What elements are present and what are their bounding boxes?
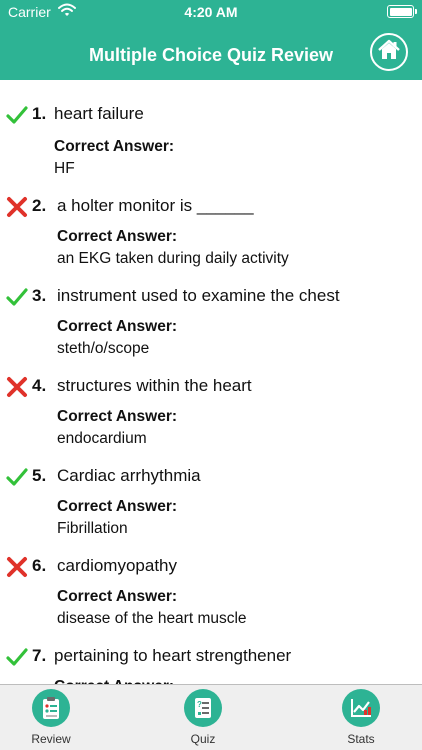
page-title: Multiple Choice Quiz Review	[88, 45, 334, 65]
question-text: structures within the heart	[57, 376, 252, 395]
tab-bar: Review ? Quiz Stats	[0, 684, 422, 750]
svg-text:?: ?	[197, 700, 202, 709]
question-text: heart failure	[54, 104, 144, 123]
clipboard-icon	[32, 689, 70, 727]
question-text: Cardiac arrhythmia	[57, 466, 201, 485]
question-text: a holter monitor is ______	[57, 196, 254, 215]
question-number: 6.	[32, 556, 47, 575]
correct-answer-label: Correct Answer:	[57, 588, 178, 605]
cross-icon	[6, 196, 28, 218]
battery-icon	[387, 5, 417, 18]
correct-answer-value: HF	[54, 160, 75, 177]
tab-label: Review	[31, 732, 71, 746]
correct-answer-label: Correct Answer:	[57, 408, 178, 425]
tab-review[interactable]: Review	[0, 689, 106, 746]
correct-answer-value: Fibrillation	[57, 520, 128, 537]
navigation-bar: Carrier 4:20 AM Multiple Choice Quiz Rev…	[0, 0, 422, 80]
question-number: 1.	[32, 104, 47, 123]
tab-quiz[interactable]: ? Quiz	[148, 689, 258, 746]
home-button[interactable]	[370, 33, 408, 71]
question-number: 7.	[32, 646, 47, 665]
checkmark-icon	[6, 286, 28, 308]
question-text: cardiomyopathy	[57, 556, 178, 575]
correct-answer-label: Correct Answer:	[57, 228, 178, 245]
correct-answer-value: an EKG taken during daily activity	[57, 250, 289, 267]
cross-icon	[6, 376, 28, 398]
question-number: 2.	[32, 196, 47, 215]
question-text: instrument used to examine the chest	[57, 286, 340, 305]
question-number: 5.	[32, 466, 47, 485]
clock: 4:20 AM	[184, 4, 238, 20]
checkmark-icon	[6, 104, 28, 126]
correct-answer-label: Correct Answer:	[54, 138, 175, 155]
question-text: pertaining to heart strengthener	[54, 646, 292, 665]
checkmark-icon	[6, 646, 28, 668]
review-list[interactable]: 1. heart failure Correct Answer: HF 2. a…	[0, 80, 422, 684]
correct-answer-value: disease of the heart muscle	[57, 610, 247, 627]
status-bar: Carrier 4:20 AM	[0, 0, 422, 24]
question-number: 4.	[32, 376, 47, 395]
checklist-icon: ?	[184, 689, 222, 727]
tab-label: Stats	[347, 732, 375, 746]
correct-answer-label: Correct Answer:	[57, 498, 178, 515]
correct-answer-label: Correct Answer:	[57, 318, 178, 335]
home-icon	[377, 39, 401, 66]
cross-icon	[6, 556, 28, 578]
question-number: 3.	[32, 286, 47, 305]
correct-answer-value: endocardium	[57, 430, 147, 447]
chart-icon	[342, 689, 380, 727]
correct-answer-value: steth/o/scope	[57, 340, 150, 357]
tab-stats[interactable]: Stats	[306, 689, 416, 746]
tab-label: Quiz	[190, 732, 216, 746]
checkmark-icon	[6, 466, 28, 488]
